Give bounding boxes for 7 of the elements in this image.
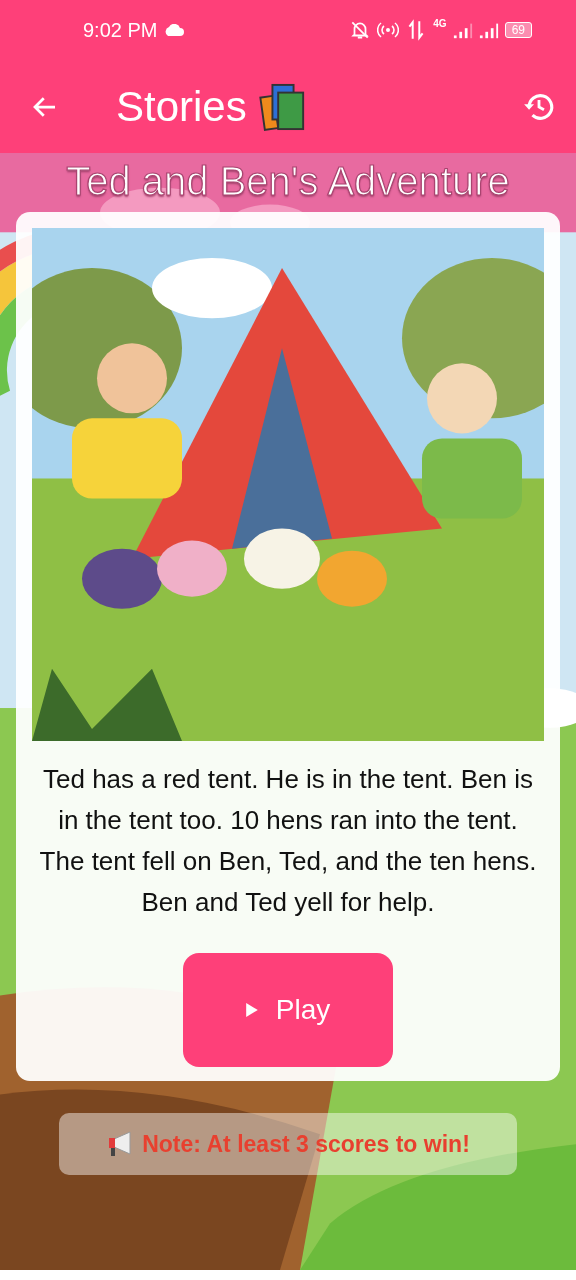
hotspot-icon [377,19,400,41]
network-type: 4G [433,18,447,29]
cloud-icon [163,24,186,36]
books-icon [258,82,307,131]
app-title: Stories [116,82,247,131]
status-time: 9:02 PM [83,18,158,42]
battery-level: 69 [504,22,532,38]
